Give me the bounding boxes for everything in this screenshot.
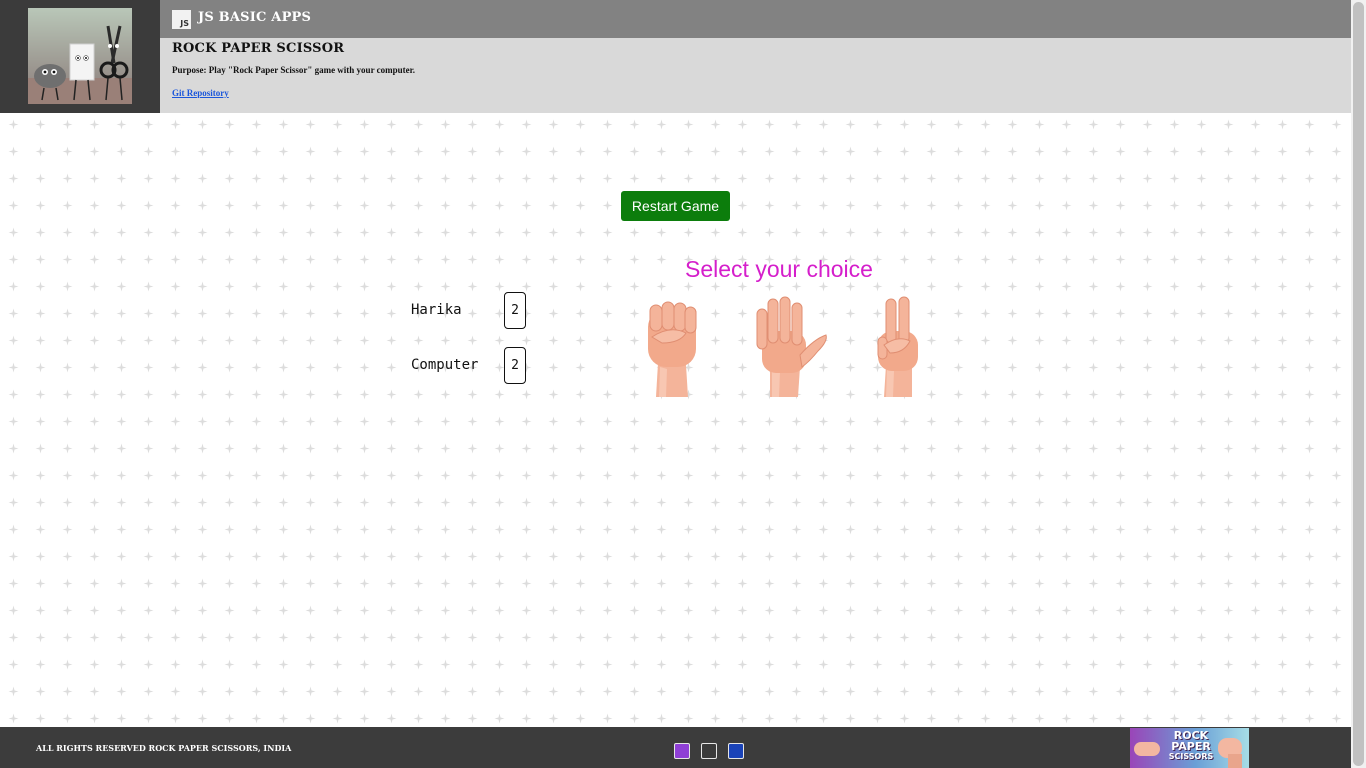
app-name: JS BASIC APPS <box>198 10 312 25</box>
player-name: Harika <box>411 302 462 318</box>
dark-theme-swatch[interactable] <box>701 743 717 759</box>
computer-name: Computer <box>411 357 479 373</box>
js-logo-icon: JS <box>172 10 191 29</box>
git-repository-link[interactable]: Git Repository <box>172 88 229 98</box>
blue-theme-swatch[interactable] <box>728 743 744 759</box>
purpose-text: Purpose: Play "Rock Paper Scissor" game … <box>172 65 416 75</box>
footer-logo-text: ROCK PAPER SCISSORS <box>1168 729 1214 761</box>
page-header: JS JS BASIC APPS ROCK PAPER SCISSOR Purp… <box>0 0 1351 113</box>
computer-score: 2 <box>504 347 526 384</box>
player-score: 2 <box>504 292 526 329</box>
rock-paper-scissor-thumbnail-image <box>28 8 132 104</box>
paper-hand-icon <box>756 296 827 397</box>
rock-choice-button[interactable] <box>640 293 702 403</box>
game-area: Restart Game Harika 2 Computer 2 Select … <box>0 113 1351 727</box>
scissor-hand-icon <box>877 296 918 397</box>
vertical-scrollbar[interactable] <box>1351 0 1366 768</box>
purple-theme-swatch[interactable] <box>674 743 690 759</box>
select-choice-title: Select your choice <box>685 256 873 282</box>
page-title: ROCK PAPER SCISSOR <box>172 41 345 56</box>
scrollbar-thumb[interactable] <box>1353 2 1364 766</box>
rock-paper-scissors-footer-logo: ROCK PAPER SCISSORS <box>1130 728 1249 768</box>
page-footer: ALL RIGHTS RESERVED ROCK PAPER SCISSORS,… <box>0 727 1351 768</box>
header-top-bar: JS JS BASIC APPS <box>160 0 1351 38</box>
header-thumbnail-panel <box>0 0 160 113</box>
restart-game-button[interactable]: Restart Game <box>621 191 730 221</box>
scissor-choice-button[interactable] <box>872 295 926 403</box>
copyright-text: ALL RIGHTS RESERVED ROCK PAPER SCISSORS,… <box>36 743 292 753</box>
rock-hand-icon <box>648 301 697 397</box>
paper-choice-button[interactable] <box>752 295 830 403</box>
